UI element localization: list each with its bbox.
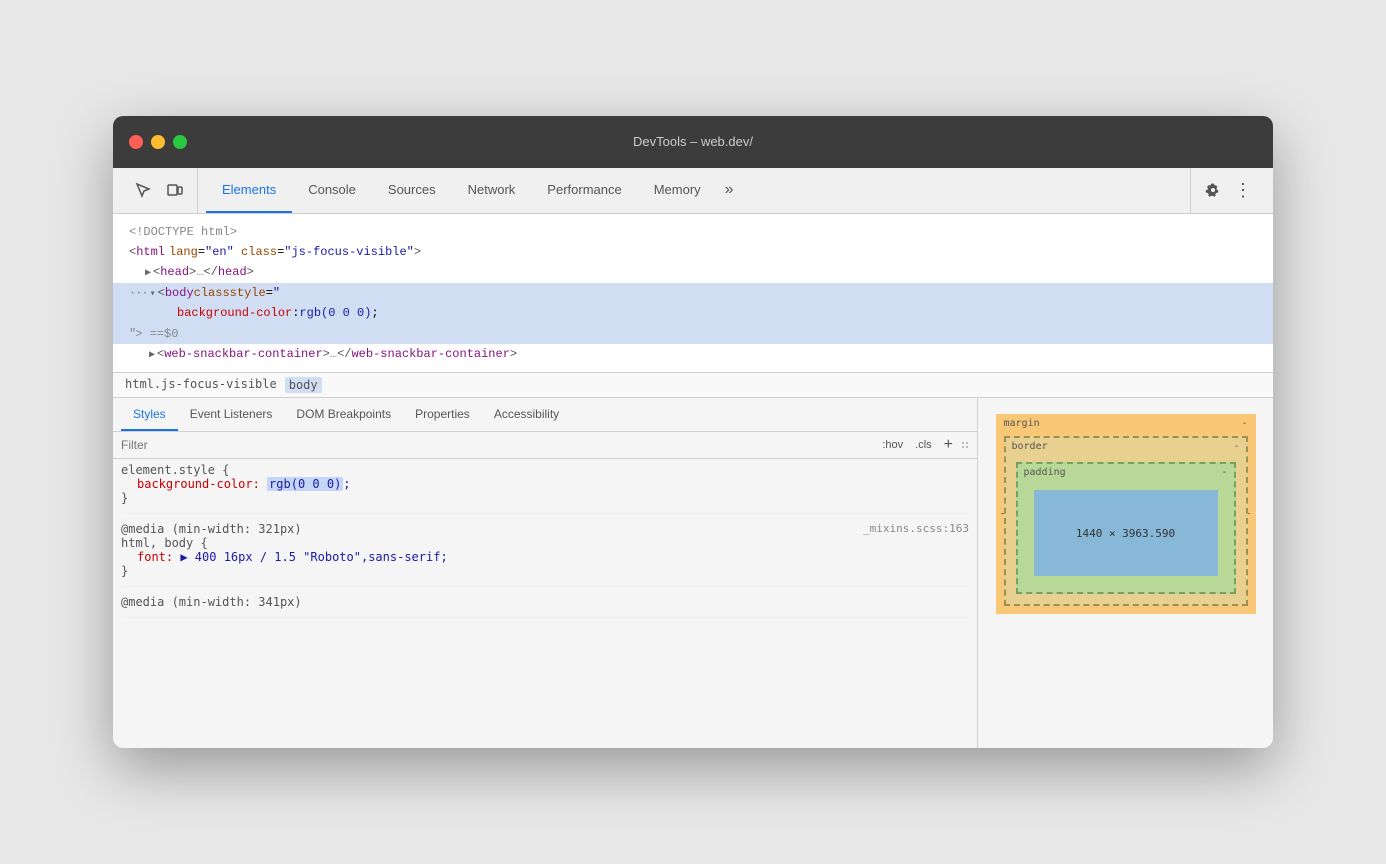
inspect-element-button[interactable] (129, 176, 157, 204)
tab-sources[interactable]: Sources (372, 168, 452, 213)
border-dash: - (1233, 441, 1239, 452)
devtools-toolbar: Elements Console Sources Network Perform… (113, 168, 1273, 214)
more-tabs-button[interactable]: » (717, 168, 742, 213)
box-content: 1440 × 3963.590 (1034, 490, 1218, 576)
rule-media-query-2: @media (min-width: 341px) (121, 595, 969, 609)
window-title: DevTools – web.dev/ (633, 134, 753, 149)
padding-dash: - (1221, 467, 1227, 478)
breadcrumb-body[interactable]: body (285, 377, 322, 393)
devtools-tabs: Elements Console Sources Network Perform… (206, 168, 1182, 213)
more-options-button[interactable]: ⋮ (1229, 176, 1257, 204)
tab-memory[interactable]: Memory (638, 168, 717, 213)
filter-drag-handle (961, 441, 969, 449)
traffic-lights (129, 135, 187, 149)
rule-close-1: } (121, 491, 969, 505)
snackbar-line: ▶ <web-snackbar-container> … </web-snack… (129, 344, 1257, 364)
subtab-dom-breakpoints[interactable]: DOM Breakpoints (284, 398, 403, 431)
padding-label: padding (1024, 467, 1066, 478)
style-rule-partial: @media (min-width: 341px) (121, 595, 969, 618)
tab-elements[interactable]: Elements (206, 168, 292, 213)
close-button[interactable] (129, 135, 143, 149)
cls-filter-button[interactable]: .cls (911, 437, 936, 453)
head-line: ▶ <head> … </head> (129, 262, 1257, 282)
subtab-styles[interactable]: Styles (121, 398, 178, 431)
device-toolbar-button[interactable] (161, 176, 189, 204)
box-model-diagram: margin - - - - border - padding - (996, 414, 1256, 614)
styles-panel: Styles Event Listeners DOM Breakpoints P… (113, 398, 1273, 748)
rule-property-bg: background-color: rgb(0 0 0); (121, 477, 969, 491)
body-highlighted-row[interactable]: ··· ▾ <body class style=" background-col… (113, 283, 1273, 344)
maximize-button[interactable] (173, 135, 187, 149)
subtab-accessibility[interactable]: Accessibility (482, 398, 571, 431)
styles-left-panel: Styles Event Listeners DOM Breakpoints P… (113, 398, 978, 748)
tab-network[interactable]: Network (452, 168, 532, 213)
breadcrumb-bar: html.js-focus-visible body (113, 373, 1273, 398)
filter-buttons: :hov .cls (878, 437, 935, 453)
margin-label: margin (1004, 418, 1040, 429)
subtab-properties[interactable]: Properties (403, 398, 482, 431)
toolbar-icons (121, 168, 198, 213)
add-style-button[interactable]: + (944, 436, 953, 454)
html-tag-line: <html lang="en" class="js-focus-visible"… (129, 242, 1257, 262)
style-rule-element: element.style { background-color: rgb(0 … (121, 463, 969, 514)
toolbar-right: ⋮ (1190, 168, 1265, 213)
tab-performance[interactable]: Performance (531, 168, 637, 213)
settings-button[interactable] (1199, 176, 1227, 204)
elements-panel: <!DOCTYPE html> <html lang="en" class="j… (113, 214, 1273, 374)
styles-content: element.style { background-color: rgb(0 … (113, 459, 977, 748)
breadcrumb-html[interactable]: html.js-focus-visible (125, 377, 277, 393)
styles-subtabs: Styles Event Listeners DOM Breakpoints P… (113, 398, 977, 432)
rule-selector-html-body: html, body { (121, 536, 969, 550)
tab-console[interactable]: Console (292, 168, 372, 213)
margin-dash-top: - (1241, 418, 1247, 429)
filter-row: :hov .cls + (113, 432, 977, 459)
rule-property-font: font: ▶ 400 16px / 1.5 "Roboto",sans-ser… (121, 550, 969, 564)
style-rule-media: @media (min-width: 321px) _mixins.scss:1… (121, 522, 969, 587)
filter-input[interactable] (121, 438, 870, 452)
minimize-button[interactable] (151, 135, 165, 149)
doctype-line: <!DOCTYPE html> (129, 222, 1257, 242)
rule-close-2: } (121, 564, 969, 578)
border-label: border (1012, 441, 1048, 452)
content-size: 1440 × 3963.590 (1076, 527, 1175, 540)
hov-filter-button[interactable]: :hov (878, 437, 907, 453)
devtools-window: DevTools – web.dev/ Elements Console (113, 116, 1273, 749)
titlebar: DevTools – web.dev/ (113, 116, 1273, 168)
box-model-panel: margin - - - - border - padding - (978, 398, 1273, 748)
rule-media-query: @media (min-width: 321px) _mixins.scss:1… (121, 522, 969, 536)
subtab-event-listeners[interactable]: Event Listeners (178, 398, 285, 431)
rule-selector-element: element.style { (121, 463, 969, 477)
